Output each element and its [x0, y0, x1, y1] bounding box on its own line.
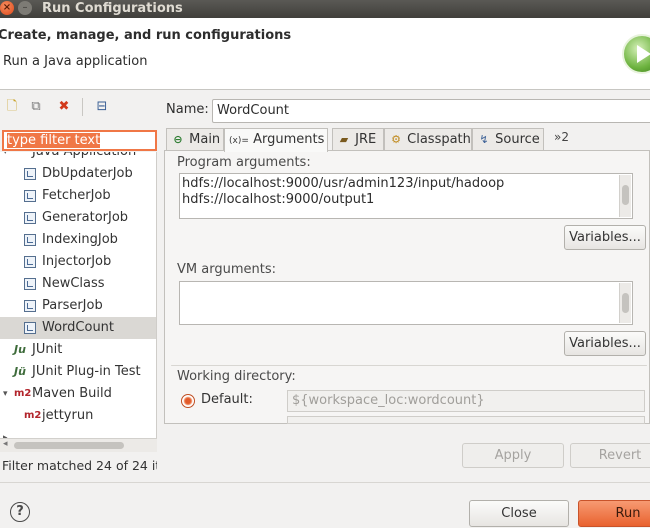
revert-button[interactable]: Revert	[570, 443, 650, 468]
maven-config-icon: m2	[24, 410, 42, 421]
close-button[interactable]: Close	[469, 500, 569, 527]
window-titlebar: × – Run Configurations	[0, 0, 650, 18]
name-label: Name:	[166, 102, 209, 117]
scrollbar-thumb[interactable]	[14, 442, 124, 449]
run-button[interactable]: Run	[578, 500, 650, 527]
scrollbar-thumb[interactable]	[622, 293, 629, 313]
header-subtitle: Run a Java application	[3, 54, 148, 69]
default-label: Default:	[201, 392, 253, 407]
config-toolbar: 🗋 ⧉ ✖ ⊟	[0, 92, 157, 122]
collapse-all-icon[interactable]: ⊟	[94, 99, 110, 115]
filter-input[interactable]: type filter text	[2, 130, 157, 151]
tree-item-config[interactable]: DbUpdaterJob	[0, 163, 156, 185]
expand-arrow-icon[interactable]: ▸	[3, 427, 8, 438]
tree-item-maven-build[interactable]: ▾ m2 Maven Build	[0, 383, 156, 405]
tab-classpath[interactable]: ⚙ Classpath	[384, 128, 472, 151]
java-config-icon	[24, 212, 36, 224]
configuration-list-panel: 🗋 ⧉ ✖ ⊟ type filter text ▾ Java Applicat…	[0, 92, 157, 478]
program-variables-button[interactable]: Variables...	[564, 225, 646, 250]
help-icon[interactable]: ?	[10, 502, 30, 522]
dialog-header: Create, manage, and run configurations R…	[0, 18, 650, 90]
program-args-scrollbar[interactable]	[619, 175, 631, 217]
tree-item-java-application[interactable]: ▾ Java Application	[0, 152, 156, 163]
vm-variables-button[interactable]: Variables...	[564, 331, 646, 356]
tree-item-junit[interactable]: Ju JUnit	[0, 339, 156, 361]
main-tab-icon: ⊖	[173, 133, 183, 146]
window-minimize-button[interactable]: –	[18, 1, 32, 15]
tree-item-config[interactable]: IndexingJob	[0, 229, 156, 251]
editor-tabs: ⊖ Main (x)= Arguments ▰ JRE ⚙ Classpath …	[164, 128, 650, 152]
junit-plugin-icon: Jü	[14, 365, 26, 378]
duplicate-config-icon[interactable]: ⧉	[28, 99, 44, 115]
tree-item-junit-plugin-test[interactable]: Jü JUnit Plug-in Test	[0, 361, 156, 383]
scrollbar-thumb[interactable]	[622, 185, 629, 205]
java-config-icon	[24, 190, 36, 202]
default-radio[interactable]	[181, 394, 195, 408]
toolbar-separator	[82, 98, 83, 116]
java-config-icon	[24, 322, 36, 334]
tab-source[interactable]: ↯ Source	[472, 128, 544, 151]
filter-status: Filter matched 24 of 24 it	[2, 458, 157, 473]
expand-arrow-icon[interactable]: ▾	[3, 152, 8, 163]
default-directory-input: ${workspace_loc:wordcount}	[287, 390, 645, 412]
working-directory-label: Working directory:	[177, 369, 296, 384]
configuration-tree: ▾ Java Application DbUpdaterJob FetcherJ…	[0, 152, 157, 438]
classpath-tab-icon: ⚙	[391, 133, 401, 146]
configuration-editor: Name: WordCount ⊖ Main (x)= Arguments ▰ …	[160, 92, 650, 478]
vm-args-scrollbar[interactable]	[619, 283, 631, 323]
jre-tab-icon: ▰	[339, 133, 349, 146]
maven-icon: m2	[14, 388, 32, 399]
new-config-icon[interactable]: 🗋	[4, 99, 20, 115]
tree-item-wordcount-selected[interactable]: WordCount	[0, 317, 156, 339]
java-config-icon	[24, 300, 36, 312]
tab-jre[interactable]: ▰ JRE	[332, 128, 384, 151]
tab-arguments[interactable]: (x)= Arguments	[224, 128, 328, 152]
scroll-left-arrow-icon[interactable]: ◂	[3, 439, 8, 449]
tree-item-config[interactable]: NewClass	[0, 273, 156, 295]
working-directory-divider	[171, 365, 647, 366]
program-arguments-label: Program arguments:	[177, 155, 311, 170]
window-close-button[interactable]: ×	[0, 1, 14, 15]
tree-item-config[interactable]: GeneratorJob	[0, 207, 156, 229]
run-banner-icon	[622, 34, 650, 74]
arguments-tab-icon: (x)=	[229, 136, 249, 146]
junit-icon: Ju	[14, 343, 26, 356]
tree-item-config[interactable]: FetcherJob	[0, 185, 156, 207]
footer-divider	[0, 482, 650, 483]
program-arguments-textarea[interactable]: hdfs://localhost:9000/usr/admin123/input…	[179, 173, 633, 219]
tab-main[interactable]: ⊖ Main	[166, 128, 224, 151]
arguments-panel: Program arguments: hdfs://localhost:9000…	[164, 150, 650, 424]
vm-arguments-label: VM arguments:	[177, 262, 276, 277]
window-title: Run Configurations	[42, 1, 183, 16]
java-config-icon	[24, 234, 36, 246]
header-title: Create, manage, and run configurations	[0, 28, 292, 43]
tree-item-config[interactable]: ParserJob	[0, 295, 156, 317]
java-config-icon	[24, 168, 36, 180]
name-input[interactable]: WordCount	[212, 99, 650, 123]
tree-horizontal-scrollbar[interactable]: ◂	[0, 438, 157, 452]
java-config-icon	[24, 278, 36, 290]
tree-item-config[interactable]: m2 jettyrun	[0, 405, 156, 427]
tree-item-partial: ▸	[0, 427, 156, 438]
delete-config-icon[interactable]: ✖	[56, 99, 72, 115]
more-tabs-button[interactable]: »2	[554, 130, 569, 144]
vm-arguments-textarea[interactable]	[179, 281, 633, 325]
tree-item-config[interactable]: InjectorJob	[0, 251, 156, 273]
apply-button[interactable]: Apply	[462, 443, 564, 468]
source-tab-icon: ↯	[479, 133, 489, 146]
expand-arrow-icon[interactable]: ▾	[3, 383, 8, 405]
other-directory-input[interactable]	[287, 416, 645, 424]
java-config-icon	[24, 256, 36, 268]
